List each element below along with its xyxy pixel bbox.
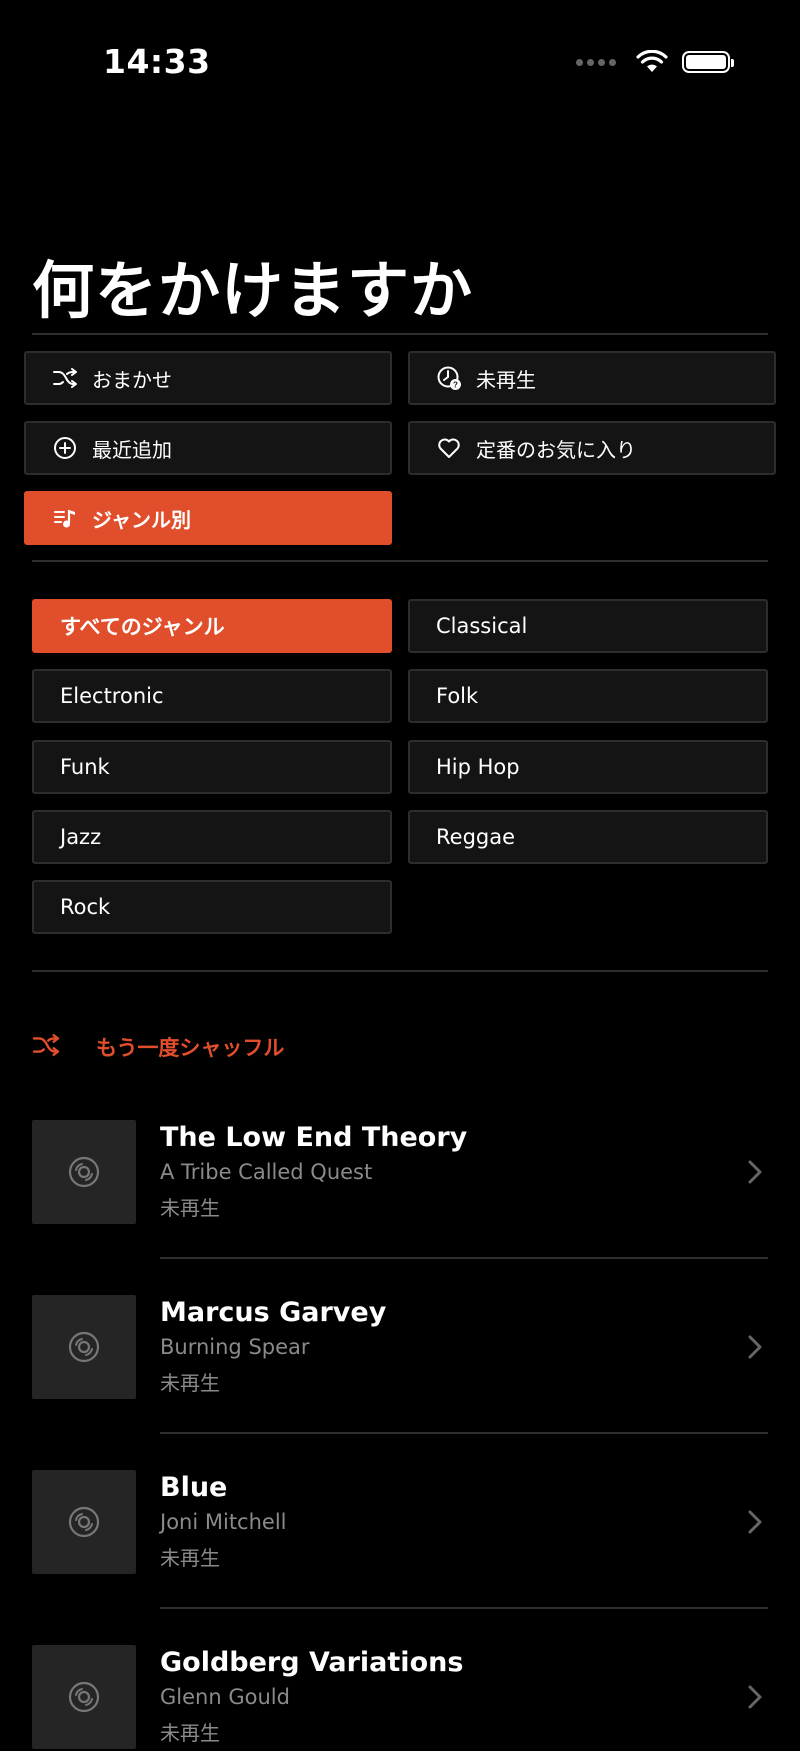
genre-label: Classical [436, 614, 528, 638]
album-title: Goldberg Variations [160, 1647, 464, 1678]
shuffle-icon [52, 365, 78, 391]
disc-icon [32, 1120, 136, 1224]
status-time: 14:33 [103, 42, 211, 81]
genre-reggae-button[interactable]: Reggae [408, 810, 768, 864]
mode-favorites-label: 定番のお気に入り [476, 437, 636, 462]
genre-list-icon [52, 505, 78, 531]
svg-text:?: ? [453, 381, 458, 390]
album-title: The Low End Theory [160, 1122, 468, 1153]
disc-icon [32, 1645, 136, 1749]
genre-label: Reggae [436, 825, 516, 849]
genre-label: Funk [60, 755, 110, 779]
genre-label: Electronic [60, 684, 164, 708]
genre-label: すべてのジャンル [60, 615, 225, 639]
genre-jazz-button[interactable]: Jazz [32, 810, 392, 864]
genre-all-button[interactable]: すべてのジャンル [32, 599, 392, 653]
mode-recent-button[interactable]: 最近追加 [24, 421, 392, 475]
row-divider [160, 1607, 768, 1609]
reshuffle-button[interactable]: もう一度シャッフル [32, 1032, 284, 1062]
genre-rock-button[interactable]: Rock [32, 880, 392, 934]
mode-shuffle-button[interactable]: おまかせ [24, 351, 392, 405]
album-title: Marcus Garvey [160, 1297, 387, 1328]
wifi-icon [636, 50, 668, 72]
chevron-right-icon [748, 1335, 762, 1359]
genre-hiphop-button[interactable]: Hip Hop [408, 740, 768, 794]
reshuffle-label: もう一度シャッフル [96, 1036, 285, 1060]
album-status: 未再生 [160, 1546, 220, 1570]
album-artist: Joni Mitchell [160, 1510, 287, 1534]
genre-label: Jazz [60, 825, 102, 849]
album-status: 未再生 [160, 1196, 220, 1220]
title-divider [32, 333, 768, 335]
clock-question-icon: ? [436, 365, 462, 391]
genre-label: Rock [60, 895, 111, 919]
genres-divider [32, 970, 768, 972]
plus-circle-icon [52, 435, 78, 461]
album-status: 未再生 [160, 1721, 220, 1745]
row-divider [160, 1432, 768, 1434]
mode-shuffle-label: おまかせ [92, 367, 172, 392]
genre-funk-button[interactable]: Funk [32, 740, 392, 794]
chevron-right-icon [748, 1510, 762, 1534]
mode-recent-label: 最近追加 [92, 437, 172, 462]
album-row[interactable]: Blue Joni Mitchell 未再生 [32, 1470, 768, 1576]
modes-divider [32, 560, 768, 562]
battery-icon [682, 51, 734, 73]
status-indicators [576, 50, 734, 74]
row-divider [160, 1257, 768, 1259]
mode-unplayed-label: 未再生 [476, 367, 536, 392]
genre-folk-button[interactable]: Folk [408, 669, 768, 723]
page-title: 何をかけますか [32, 254, 474, 327]
disc-icon [32, 1470, 136, 1574]
album-artist: Burning Spear [160, 1335, 310, 1359]
mode-favorites-button[interactable]: 定番のお気に入り [408, 421, 776, 475]
chevron-right-icon [748, 1685, 762, 1709]
heart-icon [436, 435, 462, 461]
album-status: 未再生 [160, 1371, 220, 1395]
album-title: Blue [160, 1472, 228, 1503]
genre-electronic-button[interactable]: Electronic [32, 669, 392, 723]
album-row[interactable]: The Low End Theory A Tribe Called Quest … [32, 1120, 768, 1226]
shuffle-icon [32, 1033, 60, 1061]
disc-icon [32, 1295, 136, 1399]
genre-label: Folk [436, 684, 479, 708]
album-row[interactable]: Marcus Garvey Burning Spear 未再生 [32, 1295, 768, 1401]
genre-classical-button[interactable]: Classical [408, 599, 768, 653]
mode-genre-button[interactable]: ジャンル別 [24, 491, 392, 545]
signal-icon [576, 58, 616, 66]
genre-label: Hip Hop [436, 755, 520, 779]
album-row[interactable]: Goldberg Variations Glenn Gould 未再生 [32, 1645, 768, 1751]
album-artist: Glenn Gould [160, 1685, 290, 1709]
mode-unplayed-button[interactable]: ? 未再生 [408, 351, 776, 405]
chevron-right-icon [748, 1160, 762, 1184]
mode-genre-label: ジャンル別 [92, 507, 191, 532]
album-artist: A Tribe Called Quest [160, 1160, 373, 1184]
